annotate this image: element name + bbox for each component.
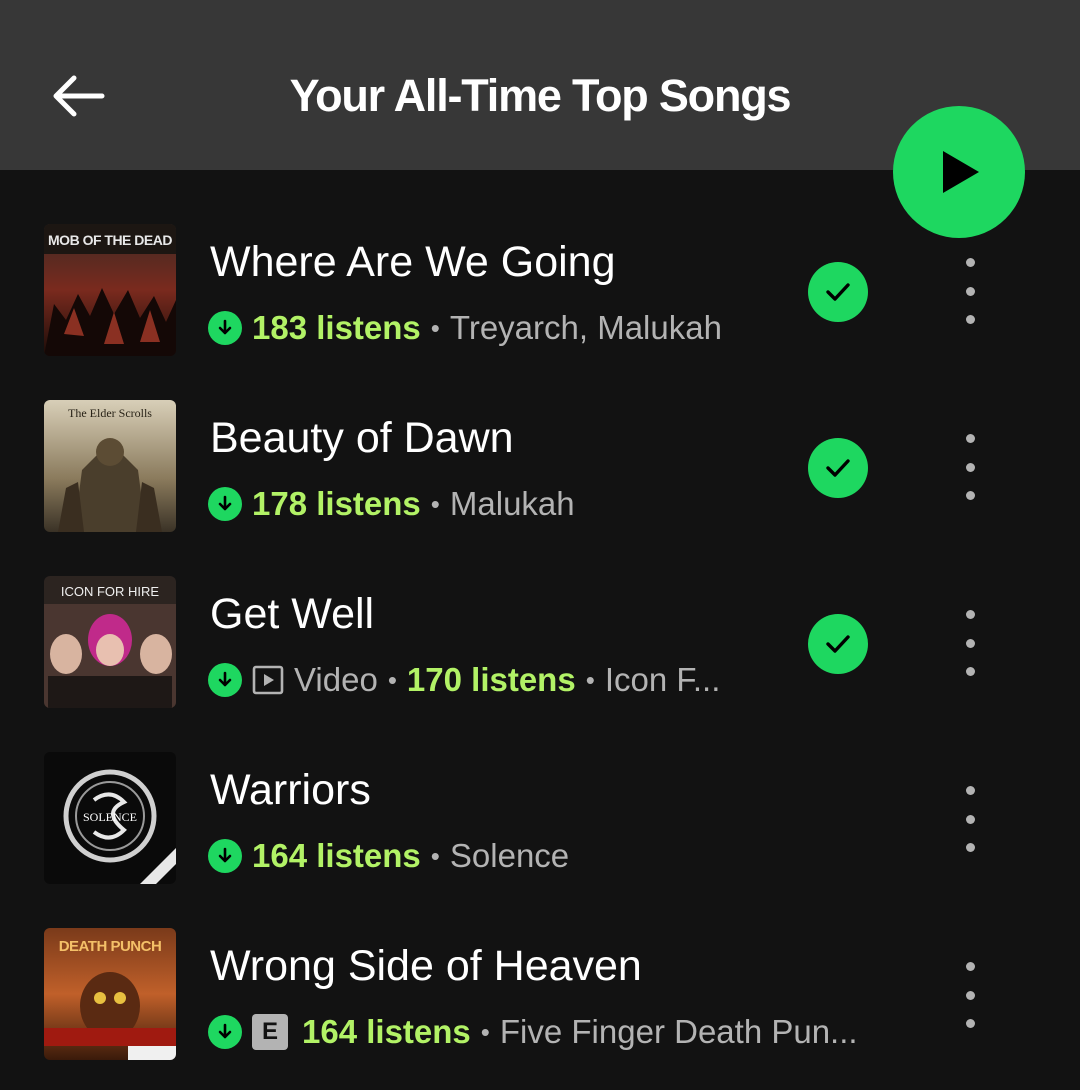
song-title: Beauty of Dawn [210, 414, 514, 462]
downloaded-icon [208, 487, 242, 521]
listen-count: 183 listens [252, 309, 421, 346]
more-dot-icon [965, 843, 975, 852]
more-dot-icon [965, 286, 975, 296]
downloaded-icon [208, 663, 242, 697]
album-art: MOB OF THE DEAD [44, 224, 176, 356]
song-title: Wrong Side of Heaven [210, 942, 642, 990]
more-options-button[interactable] [948, 610, 992, 676]
listen-count: 170 listens [406, 661, 576, 698]
play-icon [943, 151, 979, 193]
song-title: Where Are We Going [210, 238, 616, 286]
separator-dot: • [430, 488, 440, 519]
liked-button[interactable] [808, 262, 868, 322]
page-title: Your All-Time Top Songs [289, 70, 792, 121]
album-art: The Elder Scrolls [44, 400, 176, 532]
separator-dot: • [480, 1016, 490, 1047]
more-dot-icon [965, 1019, 975, 1028]
separator-dot: • [430, 840, 440, 871]
video-icon [252, 665, 284, 695]
more-dot-icon [965, 462, 975, 472]
play-button[interactable] [893, 106, 1025, 238]
downloaded-icon [208, 1015, 242, 1049]
song-row[interactable]: SOLENCE Warriors 164 listens • Solence [0, 738, 1080, 914]
more-options-button[interactable] [948, 434, 992, 500]
liked-button[interactable] [808, 438, 868, 498]
album-art-text: ICON FOR HIRE [60, 584, 160, 599]
album-art: DEATH PUNCH [44, 928, 176, 1060]
separator-dot: • [430, 312, 440, 343]
artist-names: Icon F... [604, 661, 721, 698]
more-dot-icon [965, 638, 975, 648]
album-art-text: DEATH PUNCH [58, 938, 162, 955]
artist-names: Five Finger Death Pun... [499, 1013, 858, 1050]
more-dot-icon [965, 434, 975, 443]
more-dot-icon [965, 814, 975, 824]
album-art: ICON FOR HIRE [44, 576, 176, 708]
explicit-badge: E [252, 1014, 288, 1050]
song-meta: Video • 170 listens • Icon F... [208, 658, 720, 702]
listen-count: 164 listens [302, 1013, 471, 1050]
more-dot-icon [965, 491, 975, 500]
more-dot-icon [965, 315, 975, 324]
separator-dot: • [387, 664, 397, 695]
song-row[interactable]: The Elder Scrolls Beauty of Dawn 178 lis… [0, 386, 1080, 562]
downloaded-icon [208, 839, 242, 873]
checkmark-icon [826, 459, 850, 477]
liked-button[interactable] [808, 614, 868, 674]
checkmark-icon [826, 635, 850, 653]
separator-dot: • [585, 664, 595, 695]
album-art-text: The Elder Scrolls [68, 406, 152, 420]
more-dot-icon [965, 258, 975, 267]
checkmark-icon [826, 283, 850, 301]
listen-count: 164 listens [252, 837, 421, 874]
more-options-button[interactable] [948, 962, 992, 1028]
album-art-text: MOB OF THE DEAD [48, 232, 172, 248]
more-dot-icon [965, 667, 975, 676]
album-art: SOLENCE [44, 752, 176, 884]
video-label: Video [294, 661, 378, 698]
more-dot-icon [965, 610, 975, 619]
more-dot-icon [965, 962, 975, 971]
artist-names: Solence [449, 837, 570, 874]
listen-count: 178 listens [252, 485, 421, 522]
song-meta: 164 listens • Solence [208, 834, 569, 878]
artist-names: Malukah [449, 485, 575, 522]
song-title: Warriors [210, 766, 371, 814]
song-meta: 183 listens • Treyarch, Malukah [208, 306, 722, 350]
song-meta: 178 listens • Malukah [208, 482, 575, 526]
song-row[interactable]: DEATH PUNCH Wrong Side of Heaven E 164 l… [0, 914, 1080, 1090]
downloaded-icon [208, 311, 242, 345]
song-row[interactable]: MOB OF THE DEAD Where Are We Going 183 l… [0, 210, 1080, 386]
artist-names: Treyarch, Malukah [449, 309, 722, 346]
more-options-button[interactable] [948, 786, 992, 852]
song-title: Get Well [210, 590, 375, 638]
song-meta: E 164 listens • Five Finger Death Pun... [208, 1010, 858, 1054]
album-art-text: SOLENCE [83, 810, 137, 824]
more-options-button[interactable] [948, 258, 992, 324]
more-dot-icon [965, 786, 975, 795]
song-row[interactable]: ICON FOR HIRE Get Well Video • 170 liste… [0, 562, 1080, 738]
song-list: MOB OF THE DEAD Where Are We Going 183 l… [0, 210, 1080, 1090]
more-dot-icon [965, 990, 975, 1000]
